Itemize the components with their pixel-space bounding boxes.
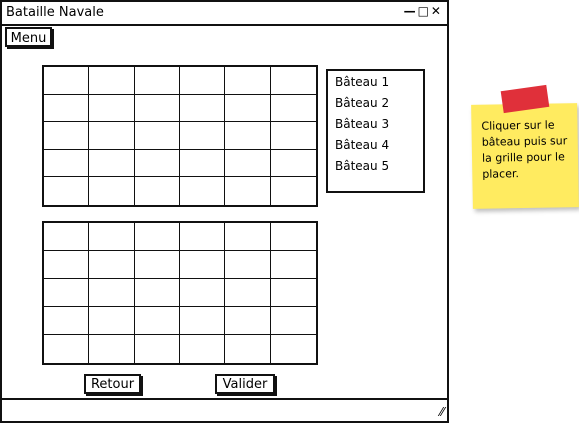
grid-cell[interactable] — [270, 223, 316, 251]
grid-cell[interactable] — [89, 307, 135, 335]
resize-grip-icon[interactable]: ⁄⁄ — [440, 405, 444, 419]
grid-cell[interactable] — [134, 149, 180, 178]
grid-cell[interactable] — [89, 279, 135, 307]
grid-cell[interactable] — [225, 223, 271, 251]
grid-cell[interactable] — [44, 149, 90, 178]
menu-button[interactable]: Menu — [5, 27, 52, 47]
grid-cell[interactable] — [179, 67, 226, 95]
grid-cell[interactable] — [270, 307, 316, 335]
grid-cell[interactable] — [270, 95, 316, 123]
grid-cell[interactable] — [89, 122, 135, 150]
grid-cell[interactable] — [180, 177, 226, 205]
grid-cell[interactable] — [225, 94, 271, 123]
grid-cell[interactable] — [179, 307, 226, 335]
grid-cell[interactable] — [44, 223, 90, 251]
grid-cell[interactable] — [44, 251, 90, 279]
validate-button[interactable]: Valider — [215, 374, 275, 394]
grid-cell[interactable] — [179, 149, 226, 178]
grid-cell[interactable] — [179, 251, 226, 279]
grid-cell[interactable] — [271, 177, 316, 205]
grid-cell[interactable] — [89, 223, 135, 251]
grid-cell[interactable] — [270, 251, 316, 279]
grid-cell[interactable] — [225, 335, 271, 363]
placement-grid-bottom[interactable] — [42, 221, 318, 365]
grid-cell[interactable] — [44, 307, 90, 335]
grid-cell[interactable] — [134, 279, 180, 307]
grid-cell[interactable] — [134, 251, 180, 279]
grid-cell[interactable] — [89, 251, 135, 279]
grid-cell[interactable] — [44, 279, 90, 307]
grid-cell[interactable] — [225, 122, 271, 150]
boat-item-2[interactable]: Bâteau 2 — [335, 96, 389, 110]
grid-cell[interactable] — [271, 335, 316, 363]
grid-cell[interactable] — [134, 94, 180, 123]
boat-item-3[interactable]: Bâteau 3 — [335, 117, 389, 131]
grid-cell[interactable] — [225, 149, 271, 178]
grid-cell[interactable] — [225, 67, 271, 95]
grid-cell[interactable] — [89, 149, 135, 178]
status-bar: ⁄⁄ — [2, 398, 447, 421]
title-bar: Bataille Navale —□✕ — [2, 2, 447, 26]
grid-cell[interactable] — [135, 335, 180, 363]
boat-item-1[interactable]: Bâteau 1 — [335, 75, 389, 89]
grid-cell[interactable] — [270, 122, 316, 150]
grid-cell[interactable] — [179, 279, 226, 307]
grid-cell[interactable] — [89, 94, 135, 123]
grid-cell[interactable] — [44, 67, 90, 95]
grid-cell[interactable] — [225, 177, 271, 205]
grid-cell[interactable] — [89, 67, 135, 95]
grid-cell[interactable] — [225, 307, 271, 335]
window-title: Bataille Navale — [6, 5, 104, 20]
grid-cell[interactable] — [180, 335, 226, 363]
grid-cell[interactable] — [225, 251, 271, 279]
grid-cell[interactable] — [44, 122, 90, 150]
grid-cell[interactable] — [270, 279, 316, 307]
grid-cell[interactable] — [179, 223, 226, 251]
grid-cell[interactable] — [134, 223, 180, 251]
grid-cell[interactable] — [270, 150, 316, 178]
grid-cell[interactable] — [270, 67, 316, 95]
grid-cell[interactable] — [134, 122, 180, 150]
grid-cell[interactable] — [89, 177, 135, 205]
grid-cell[interactable] — [134, 67, 180, 95]
sticky-note: Cliquer sur le bâteau puis sur la grille… — [471, 103, 579, 209]
window-controls[interactable]: —□✕ — [404, 4, 443, 18]
grid-cell[interactable] — [44, 94, 90, 123]
boat-item-5[interactable]: Bâteau 5 — [335, 159, 389, 173]
sticky-note-text: Cliquer sur le bâteau puis sur la grille… — [481, 118, 568, 181]
grid-cell[interactable] — [134, 307, 180, 335]
back-button[interactable]: Retour — [84, 374, 141, 394]
boat-list: Bâteau 1 Bâteau 2 Bâteau 3 Bâteau 4 Bâte… — [326, 69, 425, 193]
grid-cell[interactable] — [179, 122, 226, 150]
grid-cell[interactable] — [44, 177, 90, 205]
grid-cell[interactable] — [44, 335, 90, 363]
grid-cell[interactable] — [179, 94, 226, 123]
grid-cell[interactable] — [135, 177, 180, 205]
placement-grid-top[interactable] — [42, 65, 318, 207]
grid-cell[interactable] — [225, 279, 271, 307]
main-window: Bataille Navale —□✕ Menu Bâteau 1 Bâteau… — [0, 0, 449, 423]
grid-cell[interactable] — [89, 335, 135, 363]
boat-item-4[interactable]: Bâteau 4 — [335, 138, 389, 152]
